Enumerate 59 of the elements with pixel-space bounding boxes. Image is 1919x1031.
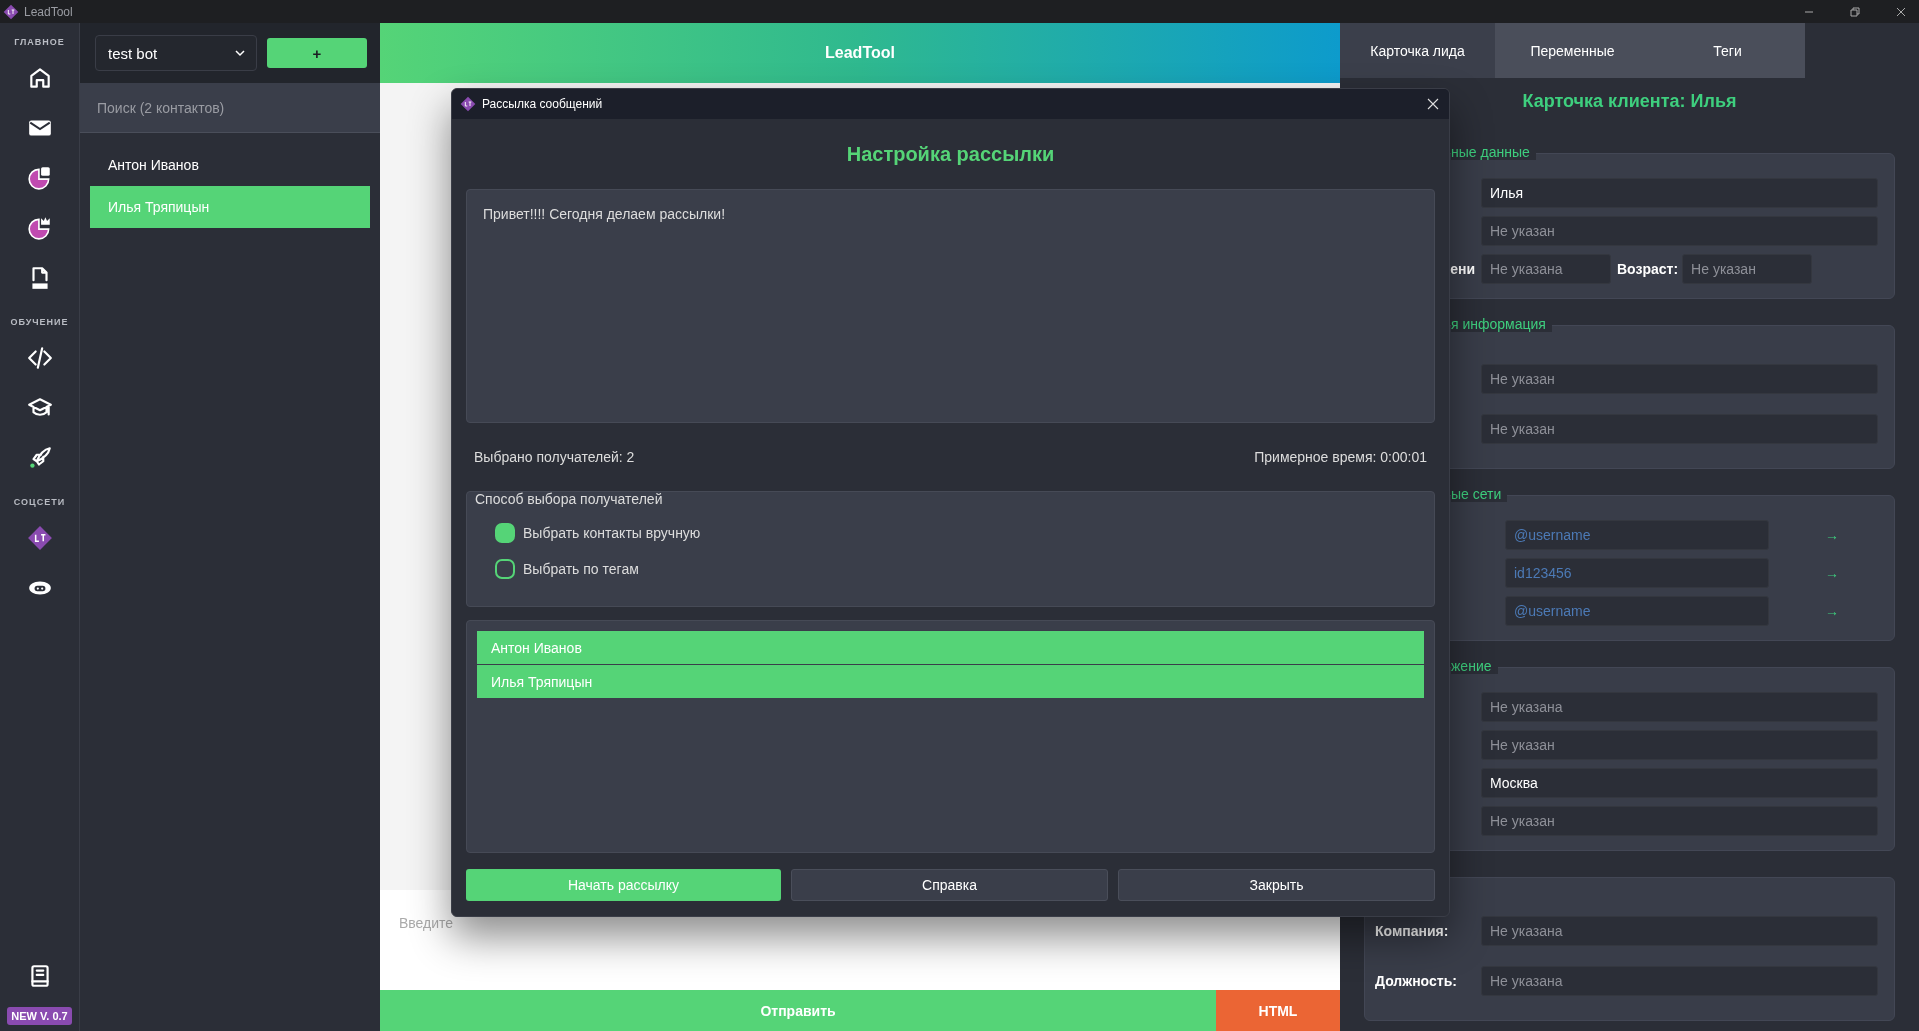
text-field[interactable]: @username <box>1505 596 1769 626</box>
text-field[interactable]: Не указана <box>1481 254 1611 284</box>
app-logo-icon <box>3 3 19 20</box>
text-field[interactable]: Не указан <box>1481 364 1878 394</box>
card-title: Карточка клиента: Илья <box>1522 91 1737 112</box>
text-field[interactable]: Не указан <box>1481 216 1878 246</box>
text-field[interactable]: Илья <box>1481 178 1878 208</box>
radio-label[interactable]: Выбрать по тегам <box>523 561 639 577</box>
search-field[interactable]: Поиск (2 контактов) <box>80 83 380 133</box>
text-field[interactable]: Не указан <box>1682 254 1813 284</box>
version-badge: NEW V. 0.7 <box>7 1007 72 1025</box>
open-link[interactable]: → <box>1825 527 1839 543</box>
recipients-count: Выбрано получателей: 2 <box>474 449 635 465</box>
window-title: LeadTool <box>24 4 73 19</box>
text-field[interactable]: Не указан <box>1481 730 1878 760</box>
message-textarea[interactable]: Привет!!!! Сегодня делаем рассылки! <box>466 189 1435 423</box>
text-field[interactable]: Москва <box>1481 768 1878 798</box>
lt-logo-icon <box>26 525 53 551</box>
dialog-button[interactable]: Закрыть <box>1118 869 1435 901</box>
radio-button[interactable] <box>495 559 515 579</box>
radio-button[interactable] <box>495 523 515 543</box>
text-field[interactable]: Не указана <box>1481 692 1878 722</box>
text-field[interactable]: Не указан <box>1481 414 1878 444</box>
contact-item[interactable]: Антон Иванов <box>90 144 370 186</box>
add-button[interactable]: + <box>267 38 367 68</box>
group-title: я информация <box>1451 316 1552 332</box>
dialog-heading: Настройка рассылки <box>845 142 1056 167</box>
restore-icon[interactable] <box>1849 5 1861 18</box>
field-label: Компания: <box>1375 923 1449 939</box>
bot-select[interactable]: test bot <box>95 35 257 71</box>
chat-header: LeadTool <box>380 23 1340 83</box>
field-label: ени <box>1450 261 1475 277</box>
estimated-time: Примерное время: 0:00:01 <box>1254 449 1427 465</box>
radio-label[interactable]: Выбрать контакты вручную <box>523 525 701 541</box>
tab[interactable]: Переменные <box>1495 23 1650 78</box>
open-link[interactable]: → <box>1825 565 1839 581</box>
text-field[interactable]: Не указана <box>1481 916 1878 946</box>
field-label: Должность: <box>1375 973 1457 989</box>
close-icon[interactable] <box>1427 98 1439 110</box>
dialog-title: Рассылка сообщений <box>482 97 603 111</box>
app-logo-icon <box>460 96 476 112</box>
code-icon[interactable] <box>26 345 53 371</box>
open-link[interactable]: → <box>1825 603 1839 619</box>
text-field[interactable]: id123456 <box>1505 558 1769 588</box>
dialog-button[interactable]: Справка <box>791 869 1108 901</box>
text-field[interactable]: @username <box>1505 520 1769 550</box>
pie-chart-icon[interactable] <box>26 215 53 241</box>
tab[interactable]: Теги <box>1650 23 1805 78</box>
section-label: ГЛАВНОЕ <box>14 37 65 47</box>
text-field[interactable]: Не указана <box>1481 966 1878 996</box>
close-icon[interactable] <box>1895 5 1907 18</box>
section-label: СОЦСЕТИ <box>13 497 66 507</box>
text-field[interactable]: Не указан <box>1481 806 1878 836</box>
field-label: Возраст: <box>1617 261 1679 277</box>
tab[interactable]: Карточка лида <box>1340 23 1495 78</box>
group-title: Способ выбора получателей <box>475 491 664 507</box>
pie-chart-icon[interactable] <box>26 165 53 191</box>
section-label: ОБУЧЕНИЕ <box>10 317 69 327</box>
caret-icon <box>234 47 246 59</box>
